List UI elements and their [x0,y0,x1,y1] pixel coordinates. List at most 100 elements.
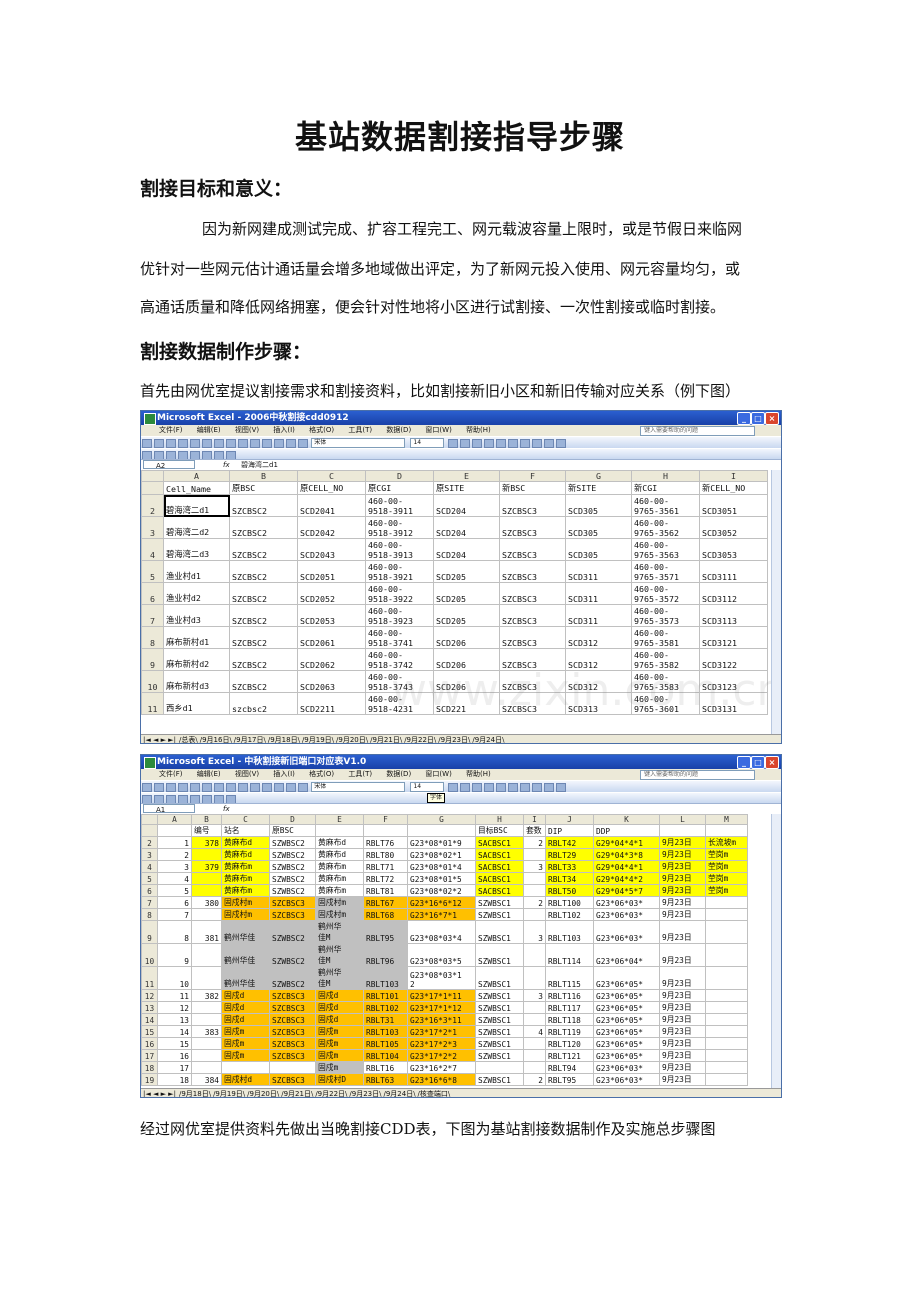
row-number[interactable]: 7 [141,604,164,627]
grid-cell[interactable]: 固戍m [315,1025,364,1038]
grid-cell[interactable]: RBLT76 [363,836,408,849]
grid-cell[interactable] [705,1037,748,1050]
row-number[interactable]: 12 [141,989,158,1002]
grid-cell[interactable] [191,1013,222,1026]
font-color-icon[interactable] [555,783,566,792]
grid-cell[interactable]: 14 [157,1025,192,1038]
grid-cell[interactable] [191,943,222,967]
grid-cell[interactable]: 9月23日 [659,1061,706,1074]
grid-cell[interactable]: G23*06*05* [593,966,660,990]
column-letter[interactable]: D [269,814,316,825]
underline-icon[interactable] [471,783,482,792]
header-cell[interactable]: 原BSC [229,481,298,495]
sheet-tab[interactable]: /9月24日\ [383,1090,415,1097]
grid-cell[interactable]: G29*04*4*1 [593,836,660,849]
grid-cell[interactable]: SACBSC1 [475,872,524,885]
align-left-icon[interactable] [483,783,494,792]
grid-cell[interactable]: 17 [157,1061,192,1074]
grid-cell[interactable] [705,1049,748,1062]
grid-cell[interactable]: 15 [157,1037,192,1050]
grid-cell[interactable]: G29*04*5*7 [593,884,660,897]
grid-cell[interactable]: 9月23日 [659,848,706,861]
column-letter[interactable]: G [407,814,476,825]
grid-cell[interactable]: SZCBSC2 [229,648,298,671]
grid-cell[interactable]: SZCBSC2 [229,516,298,539]
grid-cell[interactable]: SZCBSC2 [229,626,298,649]
column-letter[interactable]: H [631,470,700,482]
grid-cell[interactable]: SZWBSC1 [475,1013,524,1026]
grid-cell[interactable]: G23*06*04* [593,943,660,967]
grid-cell[interactable]: SZCBSC2 [229,670,298,693]
grid-cell[interactable]: G23*16*3*11 [407,1013,476,1026]
grid-cell[interactable] [191,884,222,897]
grid-cell[interactable]: 460-00- 9765-3582 [631,648,700,671]
grid-cell[interactable]: 西乡d1 [163,692,230,715]
header-cell[interactable]: 新CELL_NO [699,481,768,495]
row-number[interactable] [141,824,158,837]
grid-cell[interactable]: 12 [157,1001,192,1014]
sheet-tab[interactable]: /9月21日\ [281,1090,313,1097]
grid-cell[interactable] [191,1037,222,1050]
redo-icon[interactable] [250,783,260,792]
column-letter[interactable]: G [565,470,632,482]
grid-cell[interactable]: 9月23日 [659,1073,706,1086]
grid-cell[interactable]: RBLT102 [363,1001,408,1014]
grid-cell[interactable]: SZCBSC3 [269,1073,316,1086]
grid-cell[interactable]: SCD2062 [297,648,366,671]
grid-cell[interactable]: 固戍d [315,1001,364,1014]
sum-icon[interactable] [262,783,272,792]
grid-cell[interactable]: 固戍m [315,1049,364,1062]
menu-item[interactable]: 视图(V) [235,426,259,434]
header-cell[interactable] [315,824,364,837]
column-letter[interactable]: A [163,470,230,482]
grid-cell[interactable]: SCD205 [433,582,500,605]
grid-cell[interactable]: G29*04*3*8 [593,848,660,861]
grid-cell[interactable]: 381 [191,920,222,944]
sum-icon[interactable] [262,439,272,448]
grid-cell[interactable]: 3 [523,860,546,873]
header-cell[interactable] [659,824,706,837]
grid-cell[interactable]: SZCBSC3 [269,1013,316,1026]
grid-cell[interactable]: SZCBSC3 [499,582,566,605]
grid-cell[interactable]: SCD3112 [699,582,768,605]
bold-icon[interactable] [447,783,458,792]
grid-cell[interactable]: SZWBSC1 [475,1037,524,1050]
grid-cell[interactable]: SCD206 [433,626,500,649]
grid-cell[interactable]: 渔业村d3 [163,604,230,627]
name-box[interactable]: A1 [143,804,195,814]
header-cell[interactable]: 站名 [221,824,270,837]
grid-cell[interactable]: 9月23日 [659,943,706,967]
grid-cell[interactable]: G23*08*02*2 [407,884,476,897]
redo-icon[interactable] [250,439,260,448]
grid-cell[interactable]: 固戍m [221,1049,270,1062]
grid-cell[interactable]: 鹤州华佳 [221,966,270,990]
sheet-tab[interactable]: /9月16日\ [200,736,232,743]
font-name-select[interactable]: 宋体 [311,438,406,448]
sheet-tab[interactable]: /9月19日\ [213,1090,245,1097]
grid-cell[interactable]: G29*04*4*2 [593,872,660,885]
grid-cell[interactable]: 固戍村m [221,908,270,921]
grid-cell[interactable]: G23*06*05* [593,1013,660,1026]
grid-cell[interactable]: RBLT117 [545,1001,594,1014]
align-right-icon[interactable] [507,439,518,448]
underline-icon[interactable] [471,439,482,448]
grid-cell[interactable] [191,1061,222,1074]
grid-cell[interactable]: 5 [157,884,192,897]
chart-icon[interactable] [286,439,296,448]
column-letter[interactable]: C [297,470,366,482]
minimize-icon[interactable]: _ [737,412,751,425]
column-letter[interactable]: E [433,470,500,482]
grid-cell[interactable]: RBLT119 [545,1025,594,1038]
grid-cell[interactable]: G29*04*4*1 [593,860,660,873]
font-color-icon[interactable] [555,439,566,448]
grid-cell[interactable]: RBLT34 [545,872,594,885]
grid-cell[interactable]: 固戍d [315,989,364,1002]
grid-cell[interactable]: G23*08*03*4 [407,920,476,944]
paste-icon[interactable] [226,439,236,448]
worksheet-grid[interactable]: A B C D E F G H I Cell_Name 原BSC 原CELL_NO 原CGI 原SITE 新… [141,470,781,734]
row-number[interactable]: 13 [141,1001,158,1014]
sheet-tab[interactable]: /9月24日\ [472,736,504,743]
menu-item[interactable]: 编辑(E) [197,770,221,778]
sort-icon[interactable] [274,439,284,448]
menu-item[interactable]: 编辑(E) [197,426,221,434]
